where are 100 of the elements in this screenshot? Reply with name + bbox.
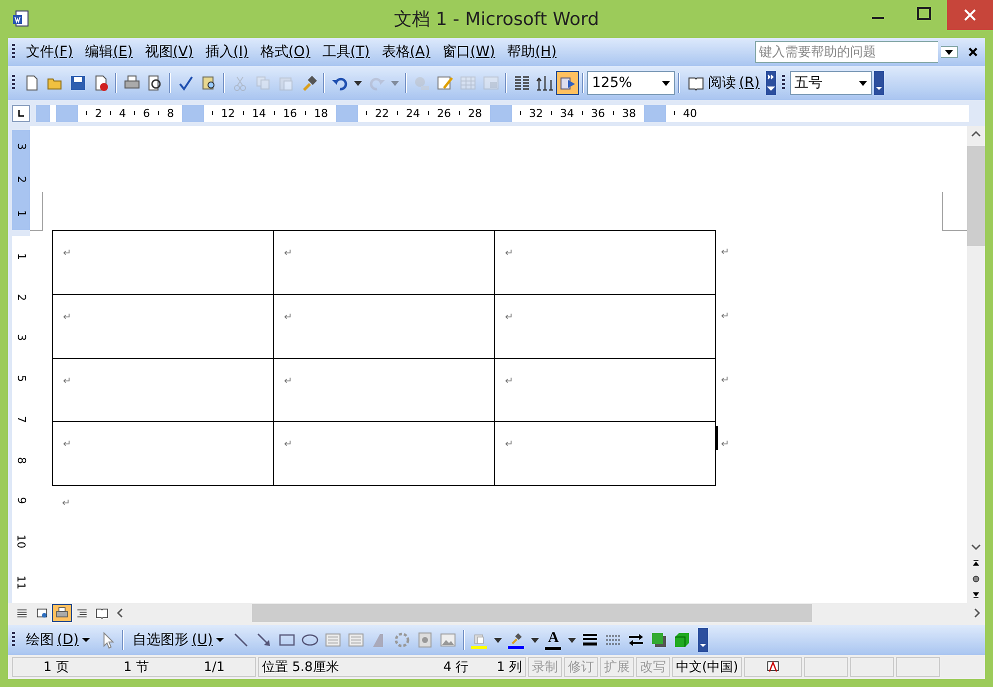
dropdown-caret-icon[interactable] [858, 78, 868, 88]
horizontal-ruler[interactable]: 2 4 6 8 12 14 16 18 22 24 26 28 32 34 36 38 40 [36, 104, 969, 122]
cube-icon [673, 631, 692, 649]
ruler-number: 6 [143, 106, 150, 120]
position-indicator: 位置 5.8厘米 [262, 659, 339, 676]
toolbar-options-icon[interactable] [874, 71, 884, 95]
ruler-number: 26 [437, 106, 451, 120]
reading-icon [95, 606, 109, 620]
ruler-margin-marker[interactable] [490, 104, 512, 122]
dropdown-caret-icon[interactable] [941, 46, 958, 58]
toolbar-options-icon[interactable] [698, 628, 708, 652]
cell-end-mark: ↵ [505, 376, 514, 386]
word-document-icon[interactable] [12, 10, 30, 28]
font-size-dropdown[interactable]: 五号 [790, 71, 872, 95]
cell-end-mark: ↵ [284, 248, 292, 259]
ruler-number: 22 [375, 106, 389, 120]
ruler-number: 1 [14, 210, 28, 217]
font-color-button[interactable]: A [542, 628, 565, 652]
ruler-number: 11 [14, 576, 28, 590]
close-icon[interactable] [967, 46, 979, 58]
vertical-ruler[interactable]: 3 2 1 1 2 3 5 7 8 9 10 11 [8, 126, 30, 603]
status-panel [850, 657, 894, 677]
cell-end-mark: ↵ [505, 439, 514, 450]
cell-end-mark: ↵ [505, 312, 514, 323]
copy-icon [254, 74, 272, 92]
ruler-margin-marker[interactable] [336, 104, 358, 122]
ruler-number: 34 [560, 106, 574, 120]
ruler-number: 18 [314, 106, 328, 120]
arrowstyle-icon [627, 631, 646, 649]
scroll-thumb[interactable] [967, 146, 985, 246]
row-end-mark: ↵ [721, 375, 730, 386]
ruler-number: 9 [14, 497, 28, 504]
ruler-margin-marker[interactable] [56, 104, 78, 122]
line-indicator: 4 行 [443, 659, 469, 676]
status-panel [896, 657, 940, 677]
menu-item[interactable]: 插入(I) [199, 41, 254, 63]
ruler-margin-marker[interactable] [644, 104, 666, 122]
ruler-number: 2 [14, 294, 28, 301]
research-icon [200, 74, 218, 92]
vertical-scrollbar[interactable] [967, 126, 985, 603]
row-end-mark: ↵ [721, 247, 730, 258]
ruler-number: 24 [406, 106, 420, 120]
menu-item[interactable]: 工具(T) [316, 41, 376, 63]
ruler-number: 8 [14, 456, 28, 464]
column-indicator: 1 列 [496, 659, 522, 676]
ruler-number: 2 [95, 106, 102, 120]
ruler-number: 32 [529, 106, 543, 120]
menu-item[interactable]: 帮助(H) [501, 41, 563, 63]
caret-icon [391, 80, 399, 86]
draw-menu[interactable]: 绘图 (D) [20, 629, 96, 651]
textbox-icon [324, 631, 342, 649]
toolbar-button[interactable] [556, 71, 579, 95]
ruler-number: 10 [14, 534, 28, 549]
ruler-number: 14 [252, 106, 266, 120]
row-end-mark: ↵ [721, 311, 730, 322]
cell-end-mark: ↵ [505, 248, 514, 259]
status-panel [804, 657, 848, 677]
menu-item[interactable]: 窗口(W) [436, 41, 502, 63]
columns-icon [512, 74, 530, 92]
read-button[interactable]: 阅读 (R) [683, 74, 764, 92]
language-indicator[interactable]: 中文(中国) [672, 657, 742, 677]
scroll-thumb[interactable] [252, 604, 812, 622]
tab-selector[interactable] [12, 104, 30, 122]
save-icon [68, 74, 86, 92]
cell-end-mark: ↵ [284, 312, 292, 323]
ruler-margin-marker[interactable] [182, 104, 204, 122]
image-icon [439, 631, 458, 649]
page-indicator: 1 页 [43, 659, 69, 676]
ruler-number: 3 [14, 334, 28, 342]
web-icon [35, 606, 49, 620]
ruler-number: 16 [283, 106, 297, 120]
ruler-number: 36 [591, 106, 605, 120]
left-tab-icon [16, 108, 26, 118]
section-indicator: 1 节 [124, 659, 149, 676]
dropdown-caret-icon[interactable] [661, 78, 671, 88]
menu-item[interactable]: 编辑(E) [78, 41, 139, 63]
help-search-field[interactable]: 键入需要帮助的问题 [755, 41, 938, 63]
ruler-number: 28 [468, 106, 482, 120]
toolbar-options-icon[interactable] [766, 71, 776, 95]
row-end-mark: ↵ [721, 439, 730, 450]
cell-end-mark: ↵ [63, 312, 72, 323]
borders-icon [436, 74, 454, 92]
zoom-dropdown[interactable]: 125% [587, 71, 675, 95]
cell-end-mark: ↵ [284, 376, 292, 386]
autoshapes-menu[interactable]: 自选图形 (U) [126, 629, 230, 651]
menu-item[interactable]: 视图(V) [138, 41, 200, 63]
ruler-number: 38 [622, 106, 636, 120]
menu-item[interactable]: 表格(A) [376, 41, 436, 63]
caret-icon [216, 638, 224, 642]
cell-end-mark: ↵ [284, 439, 292, 450]
ruler-number: 8 [167, 106, 174, 120]
caret-icon [568, 638, 576, 642]
view-button[interactable] [52, 604, 72, 622]
ruler-number: 7 [14, 416, 28, 423]
shadow-icon [650, 631, 668, 649]
ruler-number: 12 [221, 106, 235, 120]
ruler-number: 5 [14, 375, 28, 382]
ruler-number: 4 [119, 106, 126, 120]
menu-item[interactable]: 格式(O) [254, 41, 316, 63]
menu-item[interactable]: 文件(F) [20, 41, 79, 63]
